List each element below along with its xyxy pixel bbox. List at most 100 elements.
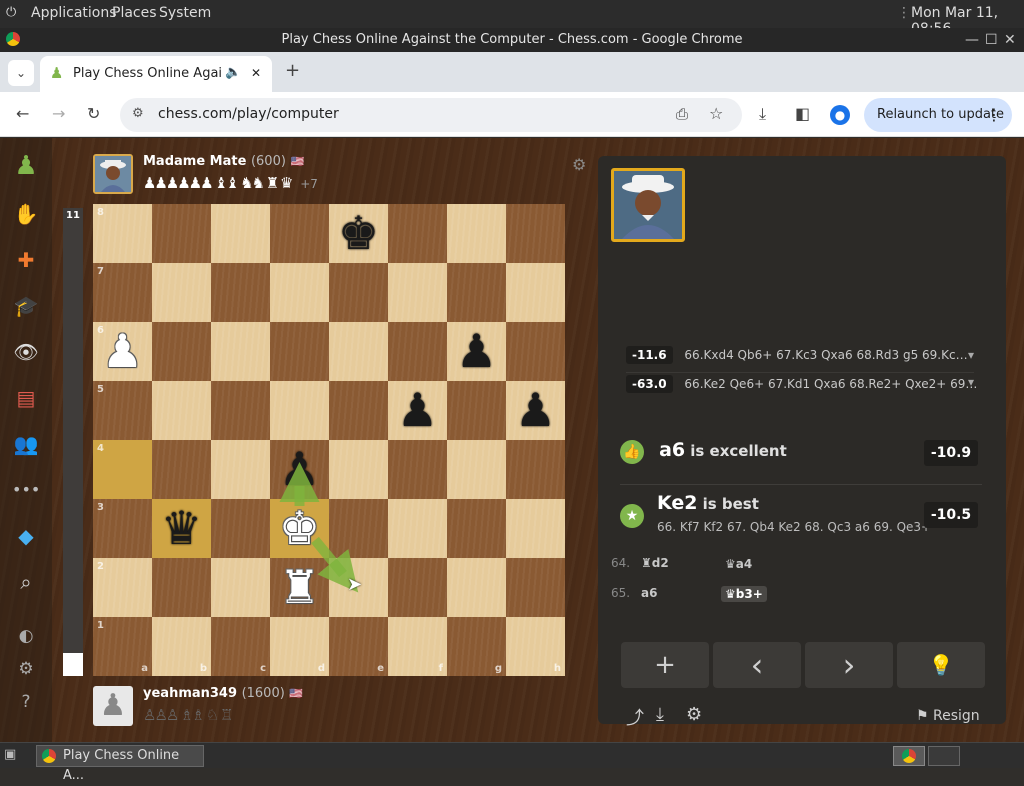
- profile-avatar-icon[interactable]: ●: [830, 105, 850, 125]
- expand-line-icon[interactable]: ▾: [968, 348, 974, 362]
- black-pawn-f5[interactable]: ♟: [388, 381, 447, 440]
- opponent-name-row[interactable]: Madame Mate (600) 🇺🇸: [143, 154, 304, 169]
- pawn-logo-icon[interactable]: ♟: [12, 152, 40, 180]
- learn-icon[interactable]: 🎓: [12, 292, 40, 320]
- resign-button[interactable]: ⚑ Resign: [916, 708, 980, 724]
- engine-line-moves[interactable]: 66.Kxd4 Qb6+ 67.Kc3 Qxa6 68.Rd3 g5 69.Kc…: [684, 348, 967, 362]
- opponent-avatar[interactable]: [93, 154, 133, 194]
- minimize-button[interactable]: —: [965, 28, 979, 52]
- system-menu[interactable]: System: [159, 5, 211, 21]
- diamond-icon[interactable]: ◆: [12, 522, 40, 550]
- chess-board[interactable]: 8 7 6 5 4 3 2 1 a b c d e f g h ♚ ♟ ♟ ♟ ♟ ♟ ♛ ♚ ♜: [93, 204, 565, 676]
- square-b4[interactable]: [152, 440, 211, 499]
- square-b1[interactable]: b: [152, 617, 211, 676]
- forward-icon[interactable]: →: [52, 104, 65, 123]
- square-b8[interactable]: [152, 204, 211, 263]
- square-e3[interactable]: [329, 499, 388, 558]
- black-move[interactable]: ♛a4: [721, 556, 756, 572]
- new-tab-button[interactable]: +: [285, 60, 300, 81]
- square-d8[interactable]: [270, 204, 329, 263]
- workspace-switcher[interactable]: [893, 746, 925, 766]
- square-a5[interactable]: 5: [93, 381, 152, 440]
- square-g5[interactable]: [447, 381, 506, 440]
- play-hand-icon[interactable]: ✋: [12, 200, 40, 228]
- maximize-button[interactable]: ☐: [985, 28, 998, 52]
- audio-speaker-icon[interactable]: 🔈: [225, 65, 241, 80]
- chrome-menu-icon[interactable]: ⋮: [986, 98, 1002, 132]
- square-h2[interactable]: [506, 558, 565, 617]
- square-c4[interactable]: [211, 440, 270, 499]
- square-f4[interactable]: [388, 440, 447, 499]
- square-g8[interactable]: [447, 204, 506, 263]
- square-c2[interactable]: [211, 558, 270, 617]
- square-d6[interactable]: [270, 322, 329, 381]
- square-c3[interactable]: [211, 499, 270, 558]
- black-move-current[interactable]: ♛b3+: [721, 586, 767, 602]
- show-desktop-icon[interactable]: ▣: [4, 747, 16, 762]
- taskbar-chrome-window[interactable]: Play Chess Online A...: [36, 745, 204, 783]
- square-h7[interactable]: [506, 263, 565, 322]
- square-h8[interactable]: [506, 204, 565, 263]
- next-move-button[interactable]: ›: [805, 642, 893, 688]
- square-e4[interactable]: [329, 440, 388, 499]
- window-titlebar[interactable]: Play Chess Online Against the Computer -…: [0, 28, 1024, 52]
- downloads-icon[interactable]: ⤓: [759, 104, 766, 124]
- add-button[interactable]: +: [621, 642, 709, 688]
- previous-move-button[interactable]: ‹: [713, 642, 801, 688]
- back-icon[interactable]: ←: [16, 104, 29, 123]
- square-c8[interactable]: [211, 204, 270, 263]
- social-icon[interactable]: 👥: [12, 430, 40, 458]
- white-rook-d2[interactable]: ♜: [270, 558, 329, 617]
- square-a7[interactable]: 7: [93, 263, 152, 322]
- square-a8[interactable]: 8: [93, 204, 152, 263]
- square-b6[interactable]: [152, 322, 211, 381]
- opponent-name[interactable]: Madame Mate: [143, 154, 246, 169]
- square-f3[interactable]: [388, 499, 447, 558]
- board-settings-gear-icon[interactable]: ⚙: [572, 155, 586, 174]
- tab-search-chevron-icon[interactable]: ⌄: [8, 60, 34, 86]
- square-e1[interactable]: e: [329, 617, 388, 676]
- square-a1[interactable]: 1a: [93, 617, 152, 676]
- square-b7[interactable]: [152, 263, 211, 322]
- square-f1[interactable]: f: [388, 617, 447, 676]
- bookmark-star-icon[interactable]: ☆: [709, 104, 723, 123]
- reload-icon[interactable]: ↻: [87, 104, 100, 123]
- square-c7[interactable]: [211, 263, 270, 322]
- square-f2[interactable]: [388, 558, 447, 617]
- square-e6[interactable]: [329, 322, 388, 381]
- engine-line-1[interactable]: -11.6 66.Kxd4 Qb6+ 67.Kc3 Qxa6 68.Rd3 g5…: [626, 346, 974, 368]
- square-g3[interactable]: [447, 499, 506, 558]
- square-g7[interactable]: [447, 263, 506, 322]
- applications-menu[interactable]: Applications: [31, 5, 117, 21]
- square-a4[interactable]: 4: [93, 440, 152, 499]
- square-h3[interactable]: [506, 499, 565, 558]
- relaunch-to-update-button[interactable]: Relaunch to update ⋮: [864, 98, 1012, 132]
- black-king-e8[interactable]: ♚: [329, 204, 388, 263]
- puzzle-icon[interactable]: ✚: [12, 246, 40, 274]
- square-g4[interactable]: [447, 440, 506, 499]
- engine-line-moves[interactable]: 66.Ke2 Qe6+ 67.Kd1 Qxa6 68.Re2+ Qxe2+ 69…: [684, 377, 977, 391]
- best-line[interactable]: 66. Kf7 Kf2 67. Qb4 Ke2 68. Qc3 a6 69. Q…: [657, 520, 931, 534]
- square-a3[interactable]: 3: [93, 499, 152, 558]
- install-app-icon[interactable]: ⎙: [676, 105, 688, 123]
- places-menu[interactable]: Places: [112, 5, 157, 21]
- bot-avatar[interactable]: [611, 168, 685, 242]
- square-f6[interactable]: [388, 322, 447, 381]
- square-g1[interactable]: g: [447, 617, 506, 676]
- black-pawn-g6[interactable]: ♟: [447, 322, 506, 381]
- more-icon[interactable]: •••: [12, 476, 40, 504]
- url-text[interactable]: chess.com/play/computer: [158, 106, 339, 122]
- black-queen-b3[interactable]: ♛: [152, 499, 211, 558]
- square-c5[interactable]: [211, 381, 270, 440]
- white-pawn-a6[interactable]: ♟: [93, 322, 152, 381]
- settings-icon[interactable]: ⚙: [12, 655, 40, 683]
- expand-line-icon[interactable]: ▾: [968, 375, 974, 389]
- square-b2[interactable]: [152, 558, 211, 617]
- watch-binoculars-icon[interactable]: 👁: [12, 338, 40, 366]
- workspace-2[interactable]: [928, 746, 960, 766]
- site-info-icon[interactable]: ⚙: [132, 106, 144, 121]
- square-c1[interactable]: c: [211, 617, 270, 676]
- black-pawn-d4[interactable]: ♟: [270, 440, 329, 499]
- close-window-button[interactable]: ✕: [1004, 28, 1016, 52]
- address-bar[interactable]: ⚙ chess.com/play/computer ⎙ ☆: [120, 98, 742, 132]
